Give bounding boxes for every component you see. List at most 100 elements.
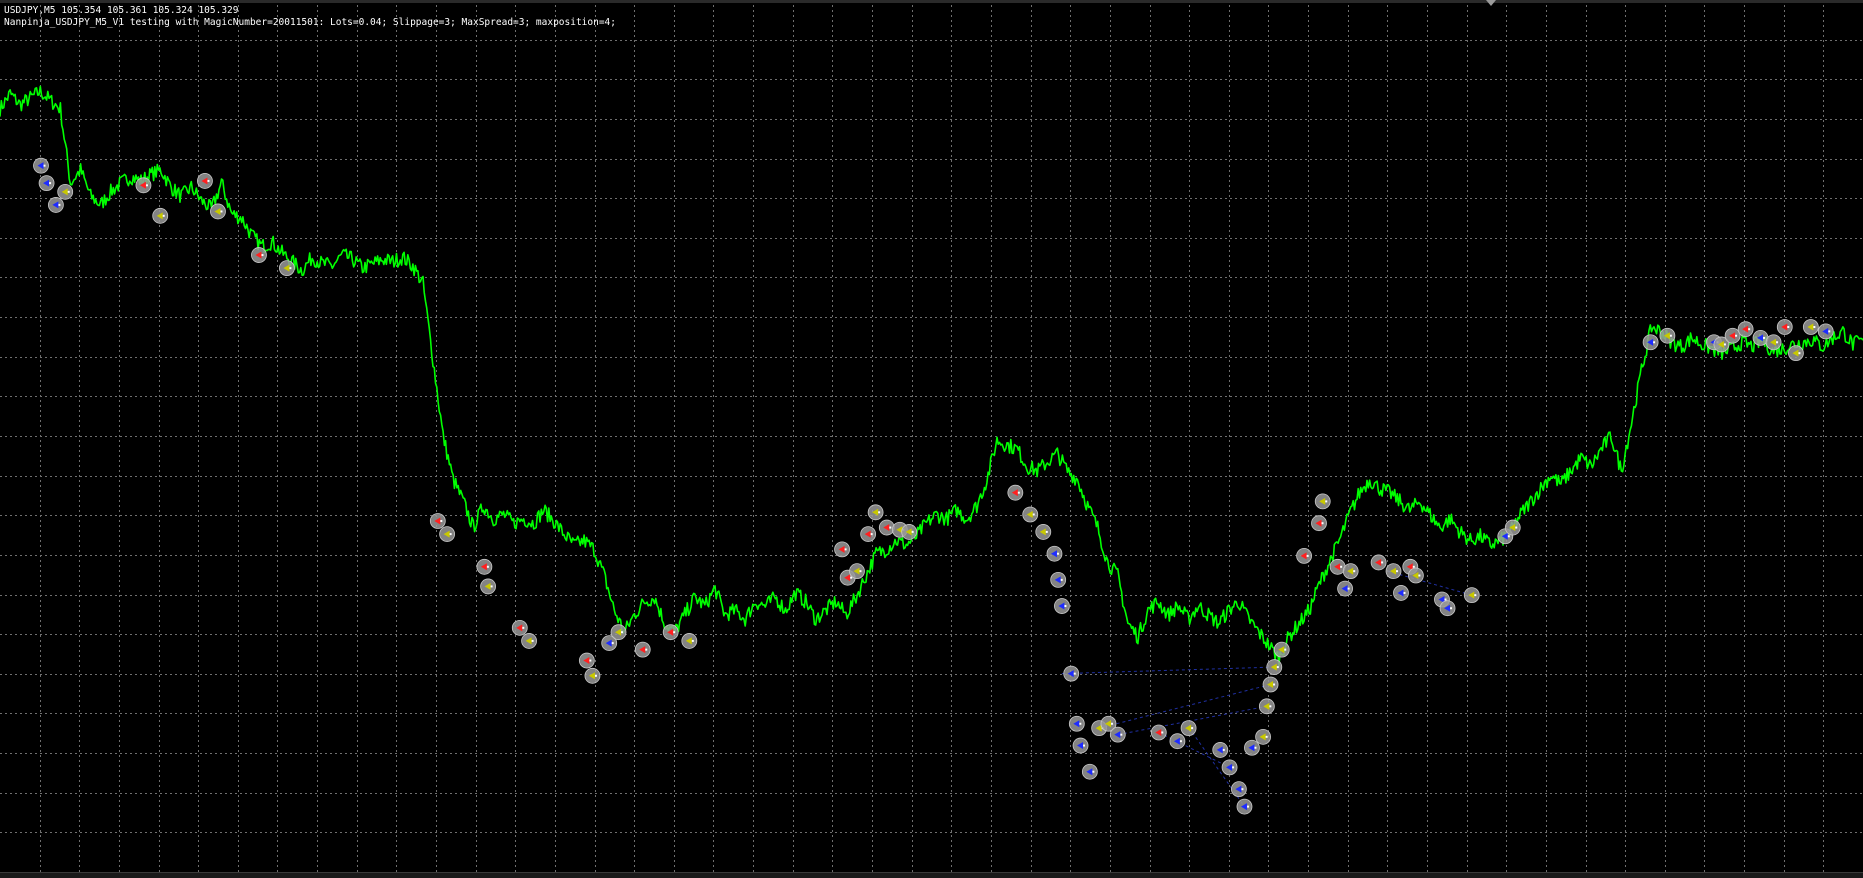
trade-marker-buy[interactable]: [1230, 781, 1247, 798]
trade-marker-close[interactable]: [521, 633, 537, 649]
trade-marker-close[interactable]: [439, 526, 456, 542]
trade-marker-buy[interactable]: [1212, 742, 1229, 758]
trade-arrow-tail: [1032, 513, 1035, 516]
trade-marker-close[interactable]: [901, 524, 918, 540]
trade-arrow-tail: [58, 203, 61, 206]
chart-shift-marker-icon[interactable]: [1486, 0, 1496, 6]
trade-marker-close[interactable]: [1180, 720, 1197, 737]
trade-marker-buy[interactable]: [1081, 763, 1098, 780]
trade-marker-sell[interactable]: [860, 526, 877, 542]
trade-marker-close[interactable]: [1266, 659, 1283, 675]
trade-marker-buy[interactable]: [1046, 545, 1063, 562]
trade-marker-sell[interactable]: [476, 558, 493, 575]
trade-marker-buy[interactable]: [1109, 726, 1126, 743]
trade-marker-buy[interactable]: [33, 157, 49, 174]
trade-marker-close[interactable]: [867, 504, 884, 521]
trade-marker-buy[interactable]: [1050, 571, 1067, 588]
trade-marker-buy[interactable]: [47, 197, 64, 213]
trade-marker-close[interactable]: [1504, 519, 1521, 536]
trade-marker-close[interactable]: [1258, 698, 1275, 715]
trade-marker-close[interactable]: [1262, 676, 1279, 693]
trade-arrow-tail: [1265, 735, 1268, 738]
trade-marker-close[interactable]: [849, 563, 865, 580]
trade-arrow-tail: [1161, 731, 1164, 734]
trade-arrow-tail: [1653, 341, 1656, 344]
trade-marker-sell[interactable]: [1737, 321, 1754, 338]
trade-arrow-tail: [1017, 491, 1020, 494]
trade-arrow-tail: [207, 179, 210, 182]
trade-marker-close[interactable]: [1022, 506, 1039, 523]
trade-arrow-tail: [1763, 336, 1766, 339]
trade-marker-buy[interactable]: [1439, 600, 1456, 617]
trade-marker-buy[interactable]: [1244, 739, 1260, 756]
trade-marker-buy[interactable]: [1642, 334, 1659, 351]
trade-marker-sell[interactable]: [662, 624, 679, 641]
trade-marker-sell[interactable]: [429, 513, 446, 529]
trade-marker-buy[interactable]: [1236, 798, 1253, 815]
trade-marker-close[interactable]: [1035, 524, 1052, 540]
trade-marker-close[interactable]: [1659, 327, 1676, 344]
trade-arrow-tail: [889, 526, 892, 529]
trade-marker-close[interactable]: [1314, 493, 1331, 510]
trade-marker-buy[interactable]: [1221, 759, 1238, 776]
trade-arrow-tail: [1515, 526, 1518, 529]
trade-arrow-tail: [1418, 574, 1421, 577]
trade-arrow-tail: [859, 570, 862, 573]
trade-marker-sell[interactable]: [511, 619, 528, 636]
trade-marker-sell[interactable]: [135, 177, 152, 194]
trade-marker-sell[interactable]: [834, 541, 850, 558]
trade-marker-close[interactable]: [279, 260, 295, 277]
trade-arrow-tail: [1110, 722, 1113, 725]
trade-marker-close[interactable]: [1407, 567, 1424, 584]
trade-marker-buy[interactable]: [1054, 598, 1070, 614]
trade-arrow-tail: [522, 626, 525, 629]
trade-marker-sell[interactable]: [1296, 548, 1312, 564]
trade-marker-close[interactable]: [210, 203, 226, 220]
trade-marker-close[interactable]: [1788, 345, 1804, 362]
trade-marker-sell[interactable]: [1311, 515, 1327, 532]
trade-arrow-tail: [1507, 535, 1510, 538]
trade-marker-close[interactable]: [1463, 587, 1480, 604]
trade-marker-buy[interactable]: [1337, 580, 1353, 597]
trade-marker-buy[interactable]: [1068, 715, 1085, 732]
symbol-quote-line: USDJPY,M5 105.354 105.361 105.324 105.32…: [4, 5, 239, 16]
price-chart[interactable]: [0, 0, 1863, 877]
trade-arrow-tail: [1064, 605, 1067, 608]
trade-marker-sell[interactable]: [1370, 554, 1387, 571]
trade-arrow-tail: [1306, 554, 1309, 557]
trade-marker-close[interactable]: [1765, 334, 1782, 351]
trade-marker-buy[interactable]: [1169, 733, 1186, 750]
trade-marker-buy[interactable]: [1817, 323, 1834, 340]
trade-arrow-tail: [1222, 748, 1225, 751]
trade-marker-sell[interactable]: [578, 652, 595, 669]
trade-marker-close[interactable]: [1255, 728, 1272, 745]
trade-marker-sell[interactable]: [634, 641, 651, 658]
trade-marker-buy[interactable]: [1393, 585, 1409, 601]
trade-marker-buy[interactable]: [38, 175, 55, 192]
trade-marker-close[interactable]: [584, 667, 601, 684]
trade-marker-close[interactable]: [610, 624, 627, 641]
chart-bottom-border: [0, 872, 1863, 878]
trade-marker-sell[interactable]: [1150, 724, 1167, 741]
chart-window[interactable]: USDJPY,M5 105.354 105.361 105.324 105.32…: [0, 0, 1863, 878]
trade-marker-close[interactable]: [1342, 563, 1359, 580]
trade-marker-close[interactable]: [1385, 563, 1402, 580]
trade-arrow-tail: [611, 642, 614, 645]
trade-marker-close[interactable]: [57, 183, 74, 200]
trade-arrow-tail: [1381, 561, 1384, 564]
trade-marker-close[interactable]: [681, 633, 698, 649]
trade-marker-close[interactable]: [1273, 641, 1290, 658]
trade-arrow-tail: [162, 214, 165, 217]
trade-marker-buy[interactable]: [1063, 665, 1080, 682]
trade-marker-close[interactable]: [152, 207, 169, 224]
trade-marker-sell[interactable]: [197, 173, 213, 189]
trade-marker-sell[interactable]: [1776, 319, 1793, 335]
trade-marker-sell[interactable]: [1007, 484, 1024, 501]
trade-marker-sell[interactable]: [878, 519, 895, 536]
trade-marker-close[interactable]: [1802, 319, 1819, 335]
trade-arrow-tail: [1083, 744, 1086, 747]
trade-marker-close[interactable]: [480, 578, 497, 595]
trade-marker-sell[interactable]: [251, 247, 267, 263]
trade-marker-buy[interactable]: [1072, 737, 1089, 754]
trade-arrow-tail: [1269, 705, 1272, 708]
